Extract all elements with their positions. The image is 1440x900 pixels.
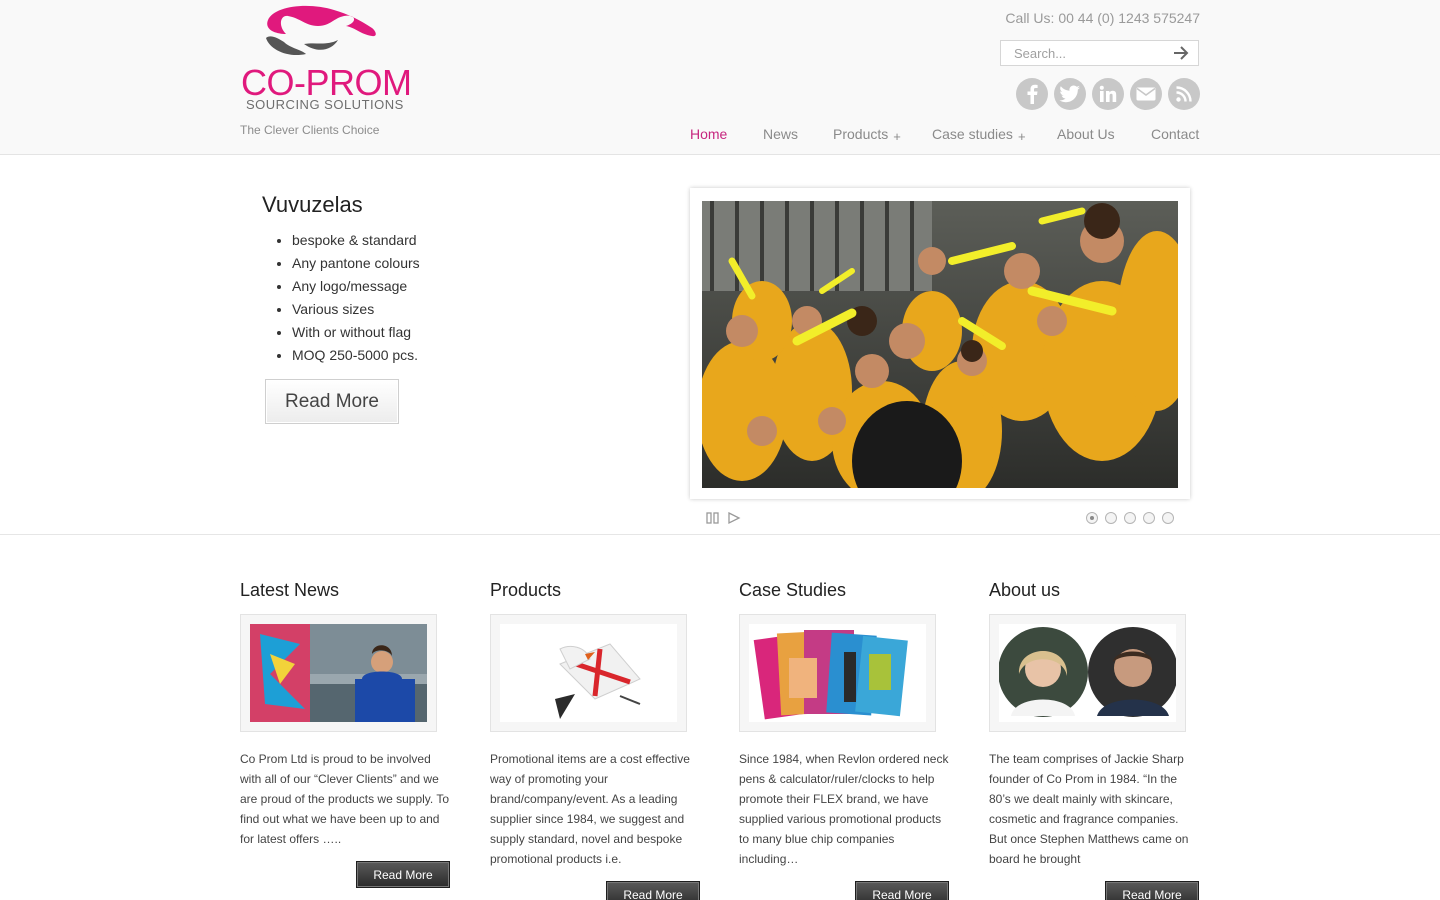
rss-icon[interactable] [1168,78,1200,110]
column-title: Products [490,580,562,600]
plus-icon: + [893,129,901,144]
facebook-icon[interactable] [1016,78,1048,110]
news-read-more-button[interactable]: Read More [356,861,450,888]
slide-title: Vuvuzelas [262,192,363,217]
news-thumbnail[interactable] [240,614,437,732]
column-title: About us [989,580,1061,600]
search-input[interactable] [1001,41,1166,65]
list-item: With or without flag [292,321,420,344]
list-item: Any pantone colours [292,252,420,275]
about-us-thumbnail[interactable] [989,614,1186,732]
nav-case-studies-label: Case studies [932,126,1013,142]
products-column: Products Promotional items are a cost ef… [490,580,700,866]
slide-read-more-button[interactable]: Read More [265,379,399,424]
slide-dot-3[interactable] [1124,512,1136,524]
nav-about-us[interactable]: About Us [1057,126,1115,148]
twitter-icon[interactable] [1054,78,1086,110]
nav-products[interactable]: Products + [833,126,901,148]
linkedin-icon[interactable] [1092,78,1124,110]
products-read-more-button[interactable]: Read More [606,881,700,900]
column-title: Latest News [240,580,340,600]
list-item: Any logo/message [292,275,420,298]
site-header: CO-PROM SOURCING SOLUTIONS The Clever Cl… [0,0,1440,155]
column-title: Case Studies [739,580,847,600]
list-item: MOQ 250-5000 pcs. [292,344,420,367]
about-us-read-more-button[interactable]: Read More [1105,881,1199,900]
case-studies-read-more-button[interactable]: Read More [855,881,949,900]
slide-dot-2[interactable] [1105,512,1117,524]
slide-bullet-list: bespoke & standard Any pantone colours A… [292,229,420,367]
slide-dot-4[interactable] [1143,512,1155,524]
slide-image-frame [690,188,1190,499]
co-prom-logo[interactable]: CO-PROM SOURCING SOLUTIONS [240,4,420,114]
search-box [1000,40,1199,66]
about-us-column: About us The team comprises of Jackie Sh… [989,580,1199,866]
column-text: Co Prom Ltd is proud to be involved with… [240,752,450,846]
brand-subtitle: SOURCING SOLUTIONS [246,97,404,112]
tagline: The Clever Clients Choice [240,123,380,137]
slide-image[interactable] [702,201,1178,488]
column-text: Promotional items are a cost effective w… [490,752,690,866]
products-thumbnail[interactable] [490,614,687,732]
logo-swoosh-icon [266,5,376,56]
email-icon[interactable] [1130,78,1162,110]
pause-icon[interactable] [706,511,720,525]
list-item: bespoke & standard [292,229,420,252]
list-item: Various sizes [292,298,420,321]
arrow-right-icon[interactable] [1172,45,1190,61]
latest-news-column: Latest News Co Prom Ltd is proud to be i… [240,580,450,846]
case-studies-thumbnail[interactable] [739,614,936,732]
nav-case-studies[interactable]: Case studies + [932,126,1026,148]
slide-dot-1[interactable] [1086,512,1098,524]
column-text: Since 1984, when Revlon ordered neck pen… [739,752,949,866]
case-studies-column: Case Studies Since 1984, when Revlon ord… [739,580,949,866]
nav-news[interactable]: News [763,126,798,148]
plus-icon: + [1017,129,1026,144]
column-text: The team comprises of Jackie Sharp found… [989,752,1189,866]
slide-dot-5[interactable] [1162,512,1174,524]
nav-contact[interactable]: Contact [1151,126,1199,148]
nav-home[interactable]: Home [690,126,727,148]
nav-products-label: Products [833,126,889,142]
play-icon[interactable] [727,511,741,525]
call-us-text: Call Us: 00 44 (0) 1243 575247 [1005,10,1200,26]
section-divider [0,534,1440,535]
